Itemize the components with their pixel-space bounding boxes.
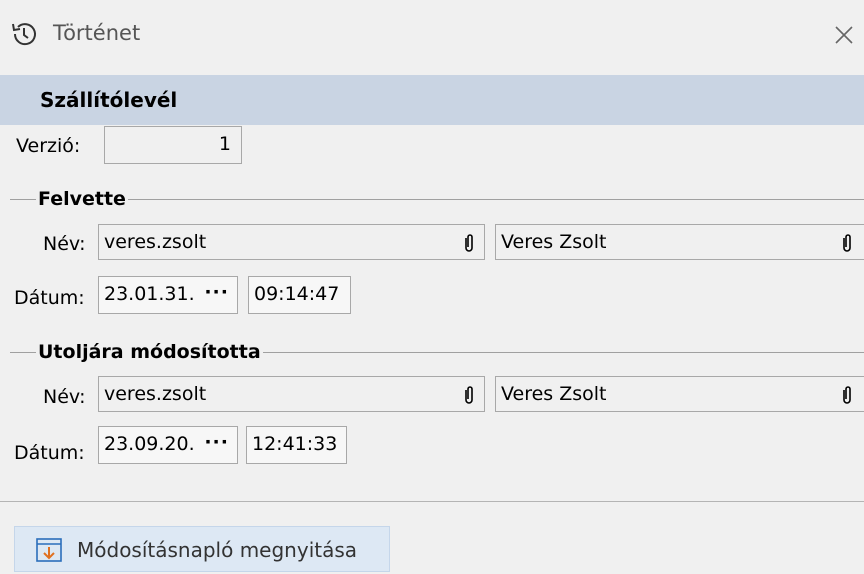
section-header: Szállítólevél: [0, 75, 864, 125]
title-bar: Történet: [0, 0, 864, 72]
close-icon[interactable]: [826, 18, 862, 52]
paperclip-icon[interactable]: [840, 384, 854, 406]
created-fullname: Veres Zsolt: [501, 231, 607, 253]
modified-fullname: Veres Zsolt: [501, 383, 607, 405]
footer-divider: [0, 501, 864, 502]
group-separator: [10, 199, 864, 200]
paperclip-icon[interactable]: [462, 232, 476, 254]
modified-fullname-field[interactable]: Veres Zsolt: [495, 376, 864, 412]
created-fullname-field[interactable]: Veres Zsolt: [495, 224, 864, 260]
created-name-label: Név:: [43, 233, 86, 255]
created-username-field[interactable]: veres.zsolt: [98, 224, 485, 260]
modified-date: 23.09.20.: [104, 433, 195, 455]
created-date-field[interactable]: 23.01.31. ···: [98, 276, 238, 314]
version-value: 1: [218, 133, 231, 155]
modified-time-field[interactable]: 12:41:33: [246, 426, 347, 464]
history-icon: [12, 23, 36, 46]
window-title: Történet: [53, 21, 141, 45]
version-label: Verzió:: [16, 135, 81, 157]
version-field[interactable]: 1: [104, 126, 242, 164]
paperclip-icon[interactable]: [840, 232, 854, 254]
paperclip-icon[interactable]: [462, 384, 476, 406]
created-time: 09:14:47: [254, 283, 340, 305]
modified-time: 12:41:33: [252, 433, 338, 455]
created-date-label: Dátum:: [14, 287, 85, 309]
modified-date-field[interactable]: 23.09.20. ···: [98, 426, 238, 464]
modified-username: veres.zsolt: [104, 383, 207, 405]
more-icon[interactable]: ···: [204, 431, 229, 453]
created-username: veres.zsolt: [104, 231, 207, 253]
download-log-icon: [36, 538, 62, 562]
open-change-log-button[interactable]: Módosításnapló megnyitása: [14, 526, 390, 572]
modified-name-label: Név:: [43, 386, 86, 408]
more-icon[interactable]: ···: [204, 281, 229, 303]
created-time-field[interactable]: 09:14:47: [248, 276, 351, 314]
open-change-log-label: Módosításnapló megnyitása: [77, 538, 358, 562]
created-group-title: Felvette: [36, 188, 128, 210]
modified-username-field[interactable]: veres.zsolt: [98, 376, 485, 412]
modified-group-title: Utoljára módosította: [36, 341, 263, 363]
modified-date-label: Dátum:: [14, 442, 85, 464]
created-date: 23.01.31.: [104, 283, 195, 305]
section-title: Szállítólevél: [40, 88, 178, 112]
